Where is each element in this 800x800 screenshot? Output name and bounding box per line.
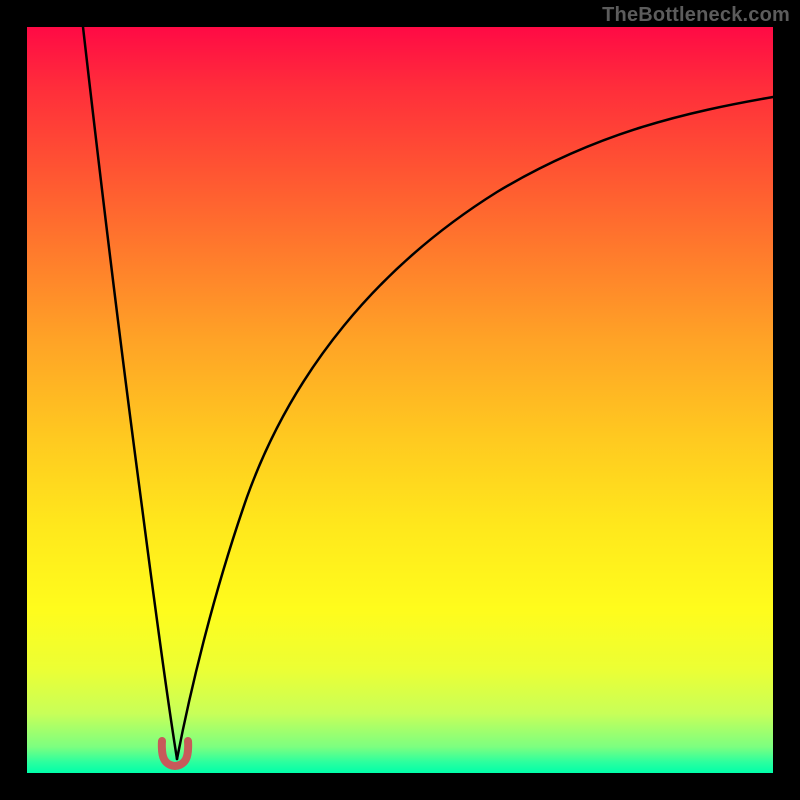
- chart-container: TheBottleneck.com: [0, 0, 800, 800]
- curve-layer: [27, 27, 773, 773]
- optimum-marker: [158, 739, 192, 767]
- watermark-text: TheBottleneck.com: [602, 4, 790, 27]
- plot-area: [27, 27, 773, 773]
- bottleneck-curve-right: [177, 97, 773, 759]
- bottleneck-curve-left: [83, 27, 177, 759]
